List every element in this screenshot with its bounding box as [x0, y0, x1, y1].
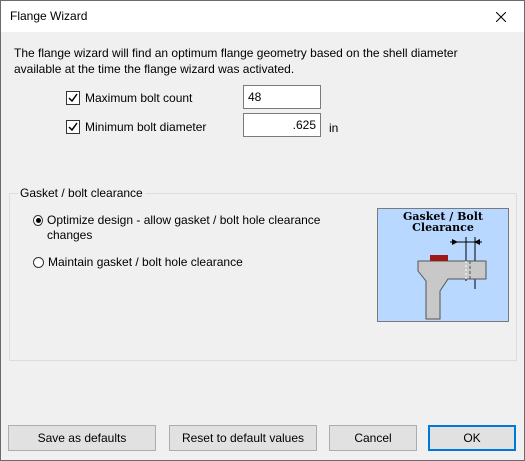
save-defaults-button[interactable]: Save as defaults	[8, 425, 156, 451]
max-bolt-count-label: Maximum bolt count	[85, 91, 193, 105]
cancel-button[interactable]: Cancel	[329, 425, 417, 451]
radio-maintain-clearance[interactable]: Maintain gasket / bolt hole clearance	[33, 255, 243, 270]
close-icon	[496, 11, 506, 22]
radio-indicator[interactable]	[33, 257, 44, 268]
min-bolt-diameter-input[interactable]	[243, 113, 321, 137]
flange-wizard-dialog: Flange Wizard The flange wizard will fin…	[0, 0, 525, 461]
gasket-clearance-diagram: Gasket / Bolt Clearance	[377, 208, 509, 322]
unit-label: in	[329, 121, 339, 135]
dimension-arrow-left	[452, 239, 458, 245]
reset-defaults-button[interactable]: Reset to default values	[169, 425, 317, 451]
checkmark-icon	[68, 122, 78, 132]
checkbox-box[interactable]	[66, 120, 80, 134]
flange-illustration	[417, 237, 487, 320]
max-bolt-count-input[interactable]	[243, 85, 321, 109]
ok-button[interactable]: OK	[428, 425, 516, 451]
min-bolt-diameter-label: Minimum bolt diameter	[85, 120, 207, 134]
checkmark-icon	[68, 93, 78, 103]
checkbox-box[interactable]	[66, 91, 80, 105]
gasket-rect	[430, 255, 448, 261]
radio-optimize-label: Optimize design - allow gasket / bolt ho…	[46, 213, 321, 242]
flange-body	[417, 260, 487, 320]
radio-selected-indicator[interactable]	[33, 215, 43, 226]
min-bolt-diameter-checkbox[interactable]: Minimum bolt diameter	[66, 120, 206, 134]
radio-optimize-design[interactable]: Optimize design - allow gasket / bolt ho…	[33, 213, 333, 243]
intro-text: The flange wizard will find an optimum f…	[14, 46, 458, 76]
radio-maintain-label: Maintain gasket / bolt hole clearance	[48, 255, 243, 269]
group-label: Gasket / bolt clearance	[18, 186, 145, 200]
title-bar: Flange Wizard	[1, 1, 524, 32]
window-title: Flange Wizard	[10, 9, 88, 23]
max-bolt-count-checkbox[interactable]: Maximum bolt count	[66, 91, 192, 105]
close-button[interactable]	[478, 1, 524, 32]
